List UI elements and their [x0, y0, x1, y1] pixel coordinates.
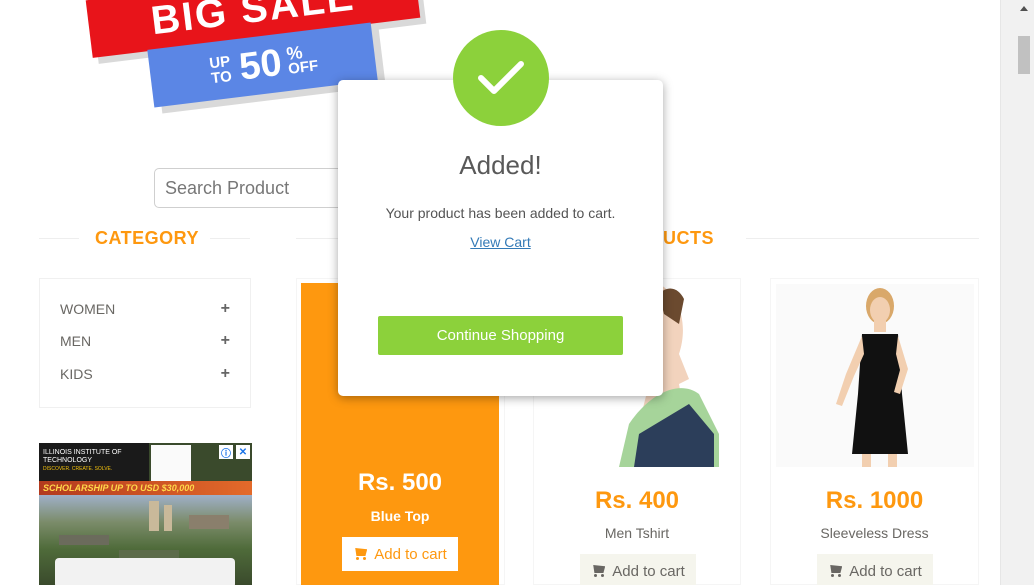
added-to-cart-modal: Added! Your product has been added to ca…: [338, 80, 663, 396]
product-name: Men Tshirt: [604, 525, 670, 541]
product-price: Rs. 400: [594, 487, 680, 514]
banner-percent: 50: [236, 41, 284, 89]
banner-off: OFF: [287, 57, 320, 78]
ad-header: ILLINOIS INSTITUTE OF TECHNOLOGY DISCOVE…: [39, 443, 149, 481]
category-label: KIDS: [60, 366, 93, 382]
close-icon[interactable]: ✕: [236, 445, 250, 459]
advertisement[interactable]: ILLINOIS INSTITUTE OF TECHNOLOGY DISCOVE…: [39, 443, 252, 585]
product-image: [776, 284, 974, 467]
ad-document-image: [151, 445, 191, 485]
product-name: Blue Top: [370, 508, 430, 524]
scrollbar-thumb[interactable]: [1018, 36, 1030, 74]
modal-message: Your product has been added to cart.: [385, 205, 616, 221]
product-name: Sleeveless Dress: [820, 525, 929, 541]
ad-institute: ILLINOIS INSTITUTE OF TECHNOLOGY: [43, 449, 122, 464]
category-item-kids[interactable]: KIDS +: [60, 364, 230, 384]
modal-title: Added!: [459, 150, 542, 180]
add-to-cart-button[interactable]: Add to cart: [817, 554, 933, 585]
cart-icon: [591, 565, 606, 577]
product-price: Rs. 1000: [825, 487, 924, 514]
page-scrollbar[interactable]: [1000, 0, 1034, 585]
add-to-cart-button[interactable]: Add to cart: [342, 537, 458, 571]
divider: [39, 238, 79, 239]
product-card-sleeveless-dress: Rs. 1000 Sleeveless Dress Add to cart: [770, 278, 979, 585]
add-to-cart-button[interactable]: Add to cart: [580, 554, 696, 585]
category-panel: WOMEN + MEN + KIDS +: [39, 278, 251, 408]
plus-icon[interactable]: +: [221, 332, 230, 350]
ad-scholarship-banner: SCHOLARSHIP UP TO USD $30,000: [39, 481, 252, 495]
divider: [746, 238, 979, 239]
category-item-men[interactable]: MEN +: [60, 331, 230, 351]
divider: [210, 238, 250, 239]
scroll-up-arrow-icon[interactable]: [1020, 6, 1028, 11]
continue-shopping-button[interactable]: Continue Shopping: [378, 316, 623, 355]
checkmark-icon: [453, 30, 549, 126]
ad-card: [55, 558, 235, 585]
category-title: CATEGORY: [95, 228, 200, 248]
view-cart-link[interactable]: View Cart: [338, 234, 663, 250]
divider: [296, 238, 341, 239]
cart-icon: [353, 548, 368, 560]
plus-icon[interactable]: +: [221, 300, 230, 318]
search-input[interactable]: [154, 168, 354, 208]
add-to-cart-label: Add to cart: [374, 545, 447, 563]
category-label: WOMEN: [60, 301, 116, 317]
features-items-title: UCTS: [663, 228, 714, 248]
product-price: Rs. 500: [357, 469, 443, 496]
category-label: MEN: [60, 333, 92, 349]
ad-tagline: DISCOVER. CREATE. SOLVE.: [43, 466, 113, 472]
banner-upto: UP TO: [208, 52, 233, 88]
info-icon[interactable]: ⓘ: [219, 445, 233, 460]
add-to-cart-label: Add to cart: [612, 562, 685, 580]
cart-icon: [828, 565, 843, 577]
plus-icon[interactable]: +: [221, 365, 230, 383]
add-to-cart-label: Add to cart: [849, 562, 922, 580]
category-item-women[interactable]: WOMEN +: [60, 299, 230, 319]
